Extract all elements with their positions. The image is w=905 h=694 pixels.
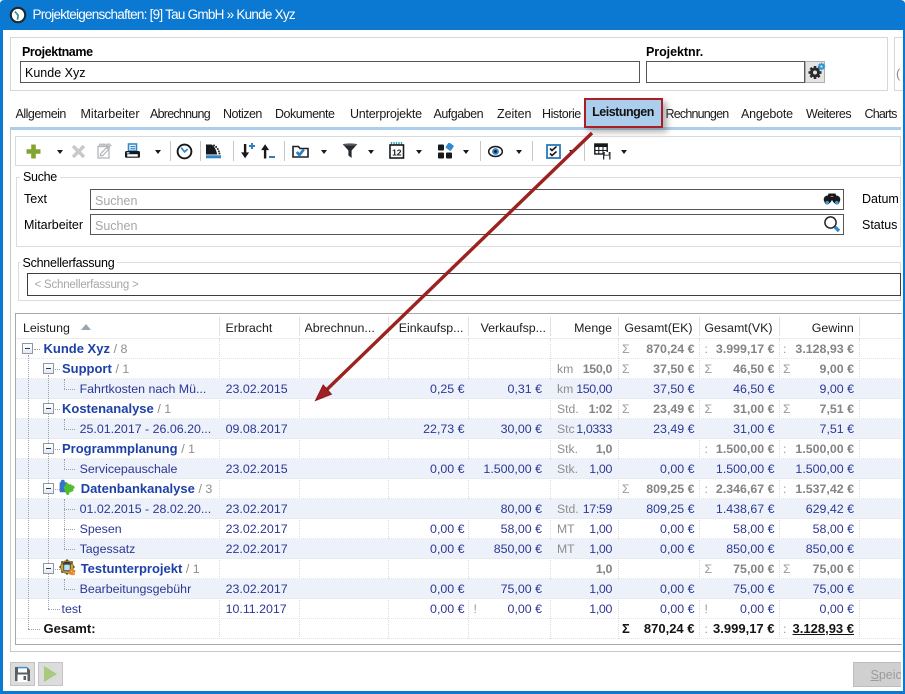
svg-text:12: 12 [392,148,402,158]
